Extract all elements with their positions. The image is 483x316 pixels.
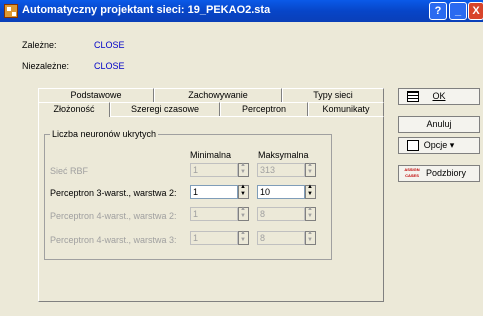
cancel-button[interactable]: Anuluj <box>398 116 480 133</box>
tab-podstawowe[interactable]: Podstawowe <box>38 88 154 102</box>
rbf-min-input[interactable]: 1 <box>190 163 238 177</box>
column-max-label: Maksymalna <box>258 150 309 160</box>
close-button[interactable]: X <box>468 2 483 20</box>
assign-cases-icon: ASSIGN CASES <box>404 167 420 178</box>
independent-value: CLOSE <box>94 61 125 71</box>
independent-label: Niezależne: <box>22 61 70 71</box>
subsets-button[interactable]: ASSIGN CASES Podzbiory <box>398 165 480 182</box>
perceptron3-l2-max-spinner[interactable] <box>305 184 316 199</box>
perceptron3-l2-max-input[interactable]: 10 <box>257 185 305 199</box>
perceptron4-l2-min-input[interactable]: 1 <box>190 207 238 221</box>
window-title: Automatyczny projektant sieci: 19_PEKAO2… <box>22 4 271 16</box>
tab-typy-sieci[interactable]: Typy sieci <box>282 88 384 102</box>
table-icon <box>407 91 419 102</box>
dependent-value: CLOSE <box>94 40 125 50</box>
tab-szeregi-czasowe[interactable]: Szeregi czasowe <box>110 102 220 116</box>
column-min-label: Minimalna <box>190 150 232 160</box>
help-button[interactable]: ? <box>429 2 447 20</box>
title-bar: Automatyczny projektant sieci: 19_PEKAO2… <box>0 0 483 22</box>
options-icon <box>407 140 419 151</box>
perceptron4-l3-max-spinner[interactable] <box>305 230 316 245</box>
options-button[interactable]: Opcje ▾ <box>398 137 480 154</box>
perceptron3-l2-min-input[interactable]: 1 <box>190 185 238 199</box>
row-label-rbf: Sieć RBF <box>50 166 89 176</box>
rbf-max-input[interactable]: 313 <box>257 163 305 177</box>
options-label: Opcje <box>423 140 448 150</box>
rbf-max-spinner[interactable] <box>305 162 316 177</box>
perceptron4-l2-min-spinner[interactable] <box>238 206 249 221</box>
perceptron4-l3-max-input[interactable]: 8 <box>257 231 305 245</box>
app-icon <box>4 4 18 18</box>
perceptron4-l3-min-spinner[interactable] <box>238 230 249 245</box>
row-label-perceptron3-l2: Perceptron 3-warst., warstwa 2: <box>50 188 177 198</box>
tab-zachowywanie[interactable]: Zachowywanie <box>154 88 282 102</box>
row-label-perceptron4-l3: Perceptron 4-warst., warstwa 3: <box>50 235 177 245</box>
ok-label: OK <box>432 91 446 101</box>
perceptron4-l3-min-input[interactable]: 1 <box>190 231 238 245</box>
dependent-label: Zależne: <box>22 40 57 50</box>
rbf-min-spinner[interactable] <box>238 162 249 177</box>
tab-komunikaty[interactable]: Komunikaty <box>308 102 384 116</box>
dropdown-arrow-icon: ▾ <box>449 140 455 150</box>
row-label-perceptron4-l2: Perceptron 4-warst., warstwa 2: <box>50 211 177 221</box>
tab-zlozonosc[interactable]: Złożoność <box>38 102 110 117</box>
ok-button[interactable]: OK <box>398 88 480 105</box>
minimize-button[interactable]: _ <box>449 2 467 20</box>
dialog-window: Automatyczny projektant sieci: 19_PEKAO2… <box>0 0 483 316</box>
perceptron4-l2-max-spinner[interactable] <box>305 206 316 221</box>
perceptron4-l2-max-input[interactable]: 8 <box>257 207 305 221</box>
group-title: Liczba neuronów ukrytych <box>50 129 159 139</box>
tab-perceptron[interactable]: Perceptron <box>220 102 308 116</box>
perceptron3-l2-min-spinner[interactable] <box>238 184 249 199</box>
